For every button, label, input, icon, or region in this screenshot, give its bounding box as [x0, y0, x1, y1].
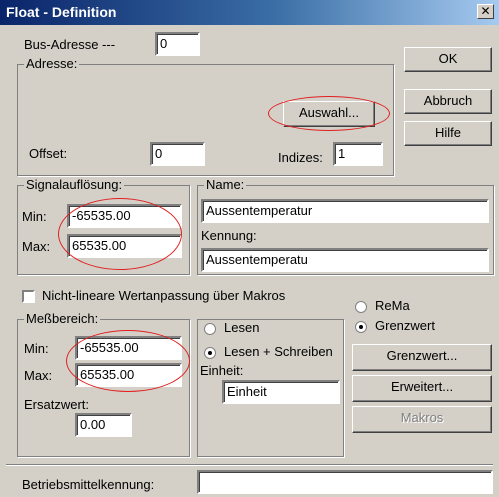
name-group-label: Name: — [204, 177, 247, 192]
erweitert-button[interactable]: Erweitert... — [352, 375, 492, 402]
adresse-group-label: Adresse: — [24, 56, 80, 71]
range-max-label: Max: — [24, 368, 53, 383]
ersatzwert-label: Ersatzwert: — [24, 397, 90, 412]
einheit-input[interactable]: Einheit — [222, 380, 340, 404]
einheit-label: Einheit: — [200, 363, 244, 378]
window-title: Float - Definition — [6, 4, 117, 20]
betriebsmittel-input[interactable] — [197, 470, 493, 494]
signal-resolution-label: Signalauflösung: — [24, 177, 125, 192]
grenzwert-button[interactable]: Grenzwert... — [352, 344, 492, 371]
nonlinear-checkbox[interactable] — [22, 290, 35, 303]
offset-label: Offset: — [29, 146, 68, 161]
lesen-schreiben-label: Lesen + Schreiben — [224, 344, 333, 359]
indizes-input[interactable]: 1 — [333, 142, 383, 166]
kennung-input[interactable]: Aussentemperatu — [201, 248, 489, 272]
makros-button[interactable]: Makros — [352, 406, 492, 433]
ersatzwert-input[interactable]: 0.00 — [75, 413, 132, 437]
close-icon: ✕ — [480, 4, 491, 18]
kennung-label: Kennung: — [201, 228, 257, 243]
nonlinear-label: Nicht-lineare Wertanpassung über Makros — [42, 288, 286, 303]
rema-radio[interactable] — [355, 301, 367, 313]
bus-address-input[interactable]: 0 — [155, 32, 200, 56]
lesen-label: Lesen — [224, 320, 260, 335]
separator — [6, 464, 493, 466]
highlight-ellipse-range — [66, 330, 190, 392]
lesen-schreiben-radio[interactable] — [204, 347, 216, 359]
highlight-ellipse-auswahl — [268, 96, 390, 131]
name-input[interactable]: Aussentemperatur — [201, 199, 489, 223]
grenzwert-label: Grenzwert — [375, 318, 435, 333]
offset-input[interactable]: 0 — [150, 142, 205, 166]
rema-label: ReMa — [375, 298, 410, 313]
abbruch-button[interactable]: Abbruch — [404, 89, 492, 114]
measurement-range-label: Meßbereich: — [24, 311, 101, 326]
indizes-label: Indizes: — [278, 150, 323, 165]
signal-max-label: Max: — [22, 239, 51, 254]
lesen-radio[interactable] — [204, 323, 216, 335]
betriebsmittel-label: Betriebsmittelkennung: — [22, 477, 155, 492]
float-definition-dialog: Float - Definition ✕ Bus-Adresse --- 0 A… — [0, 0, 499, 497]
grenzwert-radio[interactable] — [355, 321, 367, 333]
hilfe-button[interactable]: Hilfe — [404, 121, 492, 146]
ok-button[interactable]: OK — [404, 47, 492, 72]
bus-address-label: Bus-Adresse --- — [24, 37, 116, 52]
close-button[interactable]: ✕ — [477, 4, 494, 19]
highlight-ellipse-signal — [58, 198, 182, 270]
title-bar[interactable]: Float - Definition ✕ — [0, 0, 499, 25]
range-min-label: Min: — [24, 341, 49, 356]
signal-min-label: Min: — [22, 209, 47, 224]
